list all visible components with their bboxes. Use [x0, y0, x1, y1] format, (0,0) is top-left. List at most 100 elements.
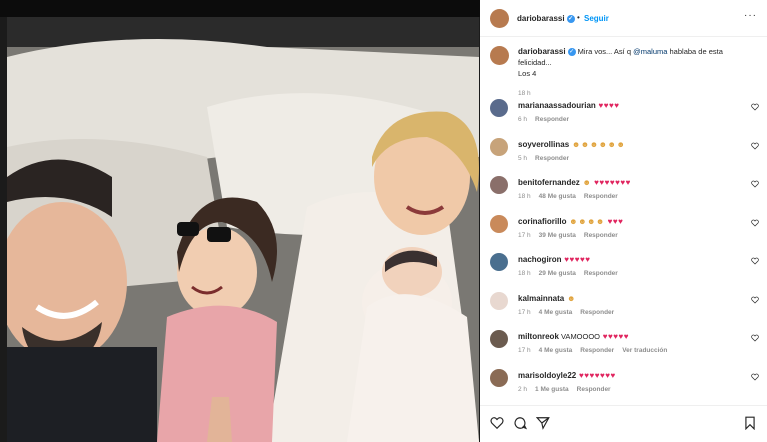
emoji-hearts: ♥♥♥♥♥♥♥ [576, 370, 616, 380]
like-heart-icon[interactable] [751, 103, 759, 111]
emoji-hearts: ♥♥♥♥♥ [600, 332, 630, 341]
comment-likes[interactable]: 39 Me gusta [539, 232, 576, 239]
commenter-username[interactable]: soyverollinas [518, 140, 569, 149]
like-heart-icon[interactable] [751, 296, 759, 304]
comment-body: VAMOOOO [558, 332, 601, 341]
commenter-username[interactable]: kalmainnata [518, 294, 564, 303]
emoji-faces: ☻☻☻☻ [566, 216, 605, 226]
author-username[interactable]: dariobarassi ✓ [517, 14, 575, 23]
comment-likes[interactable]: 48 Me gusta [539, 193, 576, 200]
follow-button[interactable]: Seguir [584, 14, 609, 23]
comment-meta: 17 h 4 Me gusta Responder [518, 309, 622, 316]
verified-icon: ✓ [567, 48, 576, 57]
like-heart-icon[interactable] [751, 142, 759, 150]
author-avatar[interactable] [490, 9, 509, 28]
heart-icon[interactable] [490, 416, 504, 430]
comment-text: soyverollinas ☻☻☻☻☻☻ [518, 140, 625, 149]
reply-button[interactable]: Responder [535, 155, 569, 162]
reply-button[interactable]: Responder [580, 309, 614, 316]
comment-meta: 5 h Responder [518, 155, 577, 162]
caption-time[interactable]: 18 h [518, 90, 531, 97]
comment-time[interactable]: 17 h [518, 347, 531, 354]
action-bar [480, 405, 767, 442]
author-username-text[interactable]: dariobarassi [517, 14, 565, 23]
comment-time[interactable]: 17 h [518, 309, 531, 316]
family-photo-illustration [7, 17, 479, 442]
comment-meta: 6 h Responder [518, 116, 577, 123]
commenter-avatar[interactable] [490, 137, 508, 156]
like-heart-icon[interactable] [751, 180, 759, 188]
comment-likes[interactable]: 1 Me gusta [535, 386, 569, 393]
comment-text: nachogiron ♥♥♥♥♥ [518, 255, 591, 264]
commenter-username[interactable]: nachogiron [518, 255, 562, 264]
commenter-username[interactable]: marianaassadourian [518, 101, 596, 110]
emoji-faces: ☻ [579, 178, 592, 187]
comment-item: miltonreok VAMOOOO ♥♥♥♥♥ 17 h 4 Me gusta Re… [490, 330, 765, 366]
comment-item: benitofernandez ☻ ♥♥♥♥♥♥♥ 18 h 48 Me gusta… [490, 176, 765, 212]
comment-item: marisoldoyle22 ♥♥♥♥♥♥♥ 2 h 1 Me gusta Respo… [490, 368, 765, 405]
like-heart-icon[interactable] [751, 334, 759, 342]
comment-meta: 18 h 48 Me gusta Responder [518, 193, 626, 200]
comment-item: nachogiron ♥♥♥♥♥ 18 h 29 Me gusta Responder [490, 253, 765, 289]
emoji-faces: ☻☻☻☻☻☻ [569, 139, 626, 149]
commenter-username[interactable]: marisoldoyle22 [518, 371, 576, 380]
comment-meta: 17 h 4 Me gusta Responder Ver traducción [518, 347, 675, 354]
comment-time[interactable]: 2 h [518, 386, 527, 393]
commenter-username[interactable]: miltonreok [518, 332, 559, 341]
translate-link[interactable]: Ver traducción [622, 347, 667, 354]
like-heart-icon[interactable] [751, 373, 759, 381]
commenter-avatar[interactable] [490, 99, 508, 117]
emoji-hearts: ♥♥♥♥ [595, 101, 620, 110]
caption-mention[interactable]: @maluma [633, 47, 667, 56]
reply-button[interactable]: Responder [580, 347, 614, 354]
comment-text: marianaassadourian ♥♥♥♥ [518, 101, 620, 110]
comment-likes[interactable]: 4 Me gusta [539, 309, 573, 316]
post-photo[interactable] [7, 17, 479, 442]
commenter-avatar[interactable] [490, 330, 508, 348]
comment-likes[interactable]: 4 Me gusta [539, 347, 573, 354]
emoji-hearts: ♥♥♥♥♥♥♥ [591, 178, 631, 187]
commenter-avatar[interactable] [490, 368, 508, 387]
caption-line2: Los 4 [518, 69, 537, 78]
comments-list[interactable]: dariobarassi ✓ Mira vos... Así q @maluma … [480, 37, 767, 403]
caption-username[interactable]: dariobarassi [518, 47, 566, 56]
commenter-username[interactable]: benitofernandez [518, 178, 580, 187]
reply-button[interactable]: Responder [584, 232, 618, 239]
comment-item: soyverollinas ☻☻☻☻☻☻ 5 h Responder [490, 137, 765, 174]
reply-button[interactable]: Responder [535, 116, 569, 123]
commenter-username[interactable]: corinafiorillo [518, 217, 566, 226]
comment-time[interactable]: 5 h [518, 155, 527, 162]
bookmark-icon[interactable] [743, 416, 757, 430]
like-heart-icon[interactable] [751, 219, 759, 227]
comment-time[interactable]: 6 h [518, 116, 527, 123]
comment-time[interactable]: 17 h [518, 232, 531, 239]
comment-time[interactable]: 18 h [518, 193, 531, 200]
commenter-avatar[interactable] [490, 291, 508, 310]
separator-dot: • [577, 13, 580, 22]
commenter-avatar[interactable] [490, 214, 508, 233]
reply-button[interactable]: Responder [584, 193, 618, 200]
emoji-hearts: ♥♥♥♥♥ [561, 255, 591, 264]
comment-text: miltonreok VAMOOOO ♥♥♥♥♥ [518, 332, 629, 341]
comment-item: kalmainnata ☻ 17 h 4 Me gusta Responder [490, 291, 765, 328]
comment-time[interactable]: 18 h [518, 270, 531, 277]
comment-text: benitofernandez ☻ ♥♥♥♥♥♥♥ [518, 178, 631, 187]
more-icon[interactable]: ··· [744, 10, 757, 21]
commenter-avatar[interactable] [490, 176, 508, 194]
comment-meta: 18 h 29 Me gusta Responder [518, 270, 626, 277]
verified-icon: ✓ [566, 14, 575, 23]
commenter-avatar[interactable] [490, 253, 508, 271]
post-header: dariobarassi ✓ • Seguir ··· [480, 0, 767, 37]
reply-button[interactable]: Responder [584, 270, 618, 277]
comment-text: corinafiorillo ☻☻☻☻ ♥♥♥ [518, 217, 623, 226]
reply-button[interactable]: Responder [577, 386, 611, 393]
comment-icon[interactable] [513, 416, 527, 430]
emoji-faces: ☻ [564, 293, 576, 303]
emoji-hearts: ♥♥♥ [604, 216, 624, 226]
comment-likes[interactable]: 29 Me gusta [539, 270, 576, 277]
comment-item: marianaassadourian ♥♥♥♥ 6 h Responder [490, 99, 765, 135]
like-heart-icon[interactable] [751, 257, 759, 265]
comment-text: marisoldoyle22 ♥♥♥♥♥♥♥ [518, 371, 616, 380]
share-icon[interactable] [536, 416, 550, 430]
caption-avatar[interactable] [490, 46, 509, 65]
